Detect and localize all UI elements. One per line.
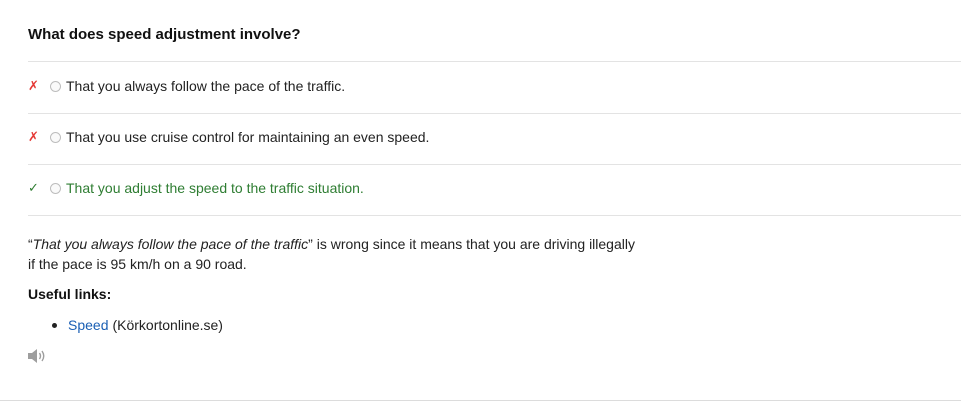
answer-option-2[interactable]: ✗ That you use cruise control for mainta…	[28, 127, 429, 147]
bullet	[52, 322, 57, 328]
question-title: What does speed adjustment involve?	[28, 26, 301, 43]
bottom-divider	[0, 400, 961, 401]
check-icon: ✓	[28, 180, 39, 195]
radio-button[interactable]	[50, 182, 61, 194]
answer-option-3[interactable]: ✓ That you adjust the speed to the traff…	[28, 178, 364, 198]
explanation-quote: That you always follow the pace of the t…	[32, 236, 309, 252]
divider	[28, 61, 961, 62]
speed-link[interactable]: Speed	[68, 317, 108, 333]
cross-icon: ✗	[28, 78, 39, 93]
link-source: (Körkortonline.se)	[112, 317, 223, 333]
answer-text-correct: That you adjust the speed to the traffic…	[66, 180, 364, 196]
quiz-page: What does speed adjustment involve? ✗ Th…	[0, 0, 961, 406]
answer-text: That you always follow the pace of the t…	[66, 78, 346, 94]
cross-icon: ✗	[28, 129, 39, 144]
explanation-text: “That you always follow the pace of the …	[28, 234, 638, 274]
radio-button[interactable]	[50, 80, 61, 92]
link-list-item: Speed (Körkortonline.se)	[52, 317, 223, 333]
divider	[28, 113, 961, 114]
divider	[28, 215, 961, 216]
divider	[28, 164, 961, 165]
answer-text: That you use cruise control for maintain…	[66, 129, 430, 145]
speaker-icon[interactable]	[27, 348, 47, 364]
answer-option-1[interactable]: ✗ That you always follow the pace of the…	[28, 76, 345, 96]
radio-button[interactable]	[50, 131, 61, 143]
useful-links-heading: Useful links:	[28, 286, 112, 302]
